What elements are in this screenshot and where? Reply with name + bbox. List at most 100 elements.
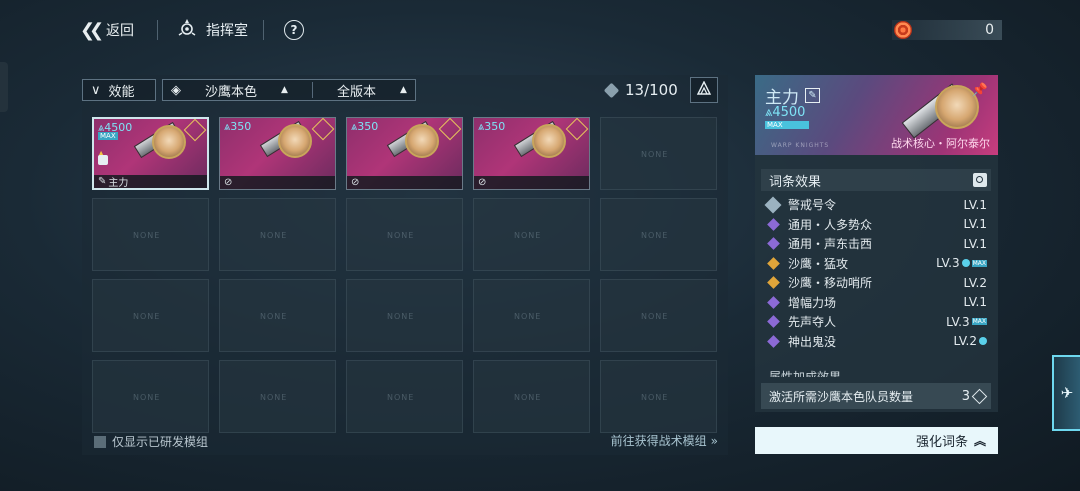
effect-row[interactable]: 通用・人多势众 LV.1 — [765, 215, 987, 235]
effect-row[interactable]: 沙鹰・移动哨所 LV.2 — [765, 273, 987, 293]
divider — [157, 20, 158, 40]
effect-row[interactable]: 增幅力场 LV.1 — [765, 293, 987, 313]
enhance-label: 强化词条 — [915, 435, 968, 450]
empty-slot: NONE — [473, 360, 590, 433]
module-footer: ⊘ — [474, 176, 589, 189]
module-art — [128, 121, 188, 175]
module-art — [254, 120, 314, 174]
rank-diamond-icon — [311, 118, 335, 141]
collection-count: 13/100 — [603, 79, 678, 101]
back-chevron-icon: ❮❮ — [80, 19, 104, 41]
effects-list: 警戒号令 LV.1 通用・人多势众 LV.1 通用・声东击西 LV.1 沙鹰・猛… — [764, 195, 987, 352]
module-card[interactable]: ⩓350 ⊘ — [219, 117, 336, 190]
checkbox[interactable] — [94, 435, 106, 448]
currency-display: 0 — [892, 20, 1002, 40]
empty-slot: NONE — [473, 279, 590, 352]
empty-slot: NONE — [92, 360, 209, 433]
effects-title: 词条效果 — [769, 174, 822, 190]
only-developed-label: 仅显示已研发模组 — [112, 435, 209, 449]
effect-level: LV.1 — [963, 236, 987, 251]
search-icon[interactable] — [973, 173, 987, 187]
effect-name: 增幅力场 — [788, 295, 837, 310]
empty-slot: NONE — [92, 198, 209, 271]
empty-slot: NONE — [219, 360, 336, 433]
effect-row[interactable]: 沙鹰・猛攻 LV.3 MAX — [765, 254, 987, 274]
cube-icon — [603, 82, 620, 98]
module-footer: ⊘ — [220, 176, 335, 189]
purple-diamond-icon — [767, 237, 780, 251]
filter-bar: ∨ 效能 ◈ 沙鹰本色 ▲ 全版本 ▲ — [82, 79, 416, 101]
module-card[interactable]: ⩓350 ⊘ — [473, 117, 590, 190]
requirement-label: 激活所需沙鹰本色队员数量 — [769, 389, 914, 404]
empty-slot: NONE — [219, 279, 336, 352]
activation-requirement: 激活所需沙鹰本色队员数量 3 — [761, 383, 991, 409]
rename-edit-icon[interactable]: ✎ — [805, 88, 820, 103]
side-expand-tab[interactable]: ✈ — [1052, 355, 1080, 431]
slash-circle-icon: ⊘ — [224, 177, 233, 188]
effect-level: LV.1 — [963, 295, 987, 310]
edit-icon: ✎ — [98, 176, 107, 187]
module-art — [381, 120, 441, 174]
help-icon[interactable]: ? — [284, 20, 304, 40]
faction-filter-label: 沙鹰本色 — [205, 84, 258, 100]
module-card[interactable]: ⩓4500 MAX ▲ ✎ 主力 — [92, 117, 209, 190]
back-button[interactable]: ❮❮ 返回 — [80, 18, 134, 42]
effect-name: 神出鬼没 — [788, 334, 837, 349]
effect-row[interactable]: 警戒号令 LV.1 — [764, 195, 987, 215]
faction-version-filter[interactable]: ◈ 沙鹰本色 ▲ 全版本 ▲ — [162, 79, 416, 101]
enhance-effects-button[interactable]: 强化词条 ︽ — [755, 427, 998, 454]
attribute-bonus-header: 属性加成效果 — [769, 370, 842, 377]
purple-diamond-icon — [767, 315, 780, 329]
triangle-up-icon: ▲ — [281, 85, 288, 95]
effect-level: LV.3 MAX — [936, 256, 987, 271]
collection-count-value: 13/100 — [625, 81, 678, 99]
currency-value: 0 — [985, 22, 994, 38]
max-badge: MAX — [98, 132, 118, 140]
empty-slot: NONE — [92, 279, 209, 352]
effect-row[interactable]: 先声夺人 LV.3 MAX — [765, 312, 987, 332]
empty-slot: NONE — [473, 198, 590, 271]
empty-slot: NONE — [346, 360, 463, 433]
effect-level: LV.1 — [963, 217, 987, 232]
empty-slot: NONE — [219, 198, 336, 271]
pin-icon[interactable]: 📌 — [972, 83, 988, 98]
empty-slot: NONE — [600, 198, 717, 271]
core-tag: 战术核心・阿尔泰尔 — [891, 137, 990, 150]
only-developed-toggle[interactable]: 仅显示已研发模组 — [94, 433, 208, 450]
max-badge: MAX — [971, 318, 987, 326]
max-badge: MAX — [971, 259, 987, 267]
effect-name: 沙鹰・移动哨所 — [788, 276, 873, 291]
slash-circle-icon: ⊘ — [478, 177, 487, 188]
module-detail-panel: 主力 ✎ ⩓4500 MAX 📌 WARP KNIGHTS 战术核心・阿尔泰尔 … — [755, 75, 998, 412]
function-filter[interactable]: ∨ 效能 — [82, 79, 156, 101]
sort-button[interactable] — [690, 77, 718, 103]
triangle-up-icon: ▲ — [400, 85, 407, 95]
module-card[interactable]: ⩓350 ⊘ — [346, 117, 463, 190]
effects-header: 词条效果 — [761, 169, 991, 191]
effect-row[interactable]: 通用・声东击西 LV.1 — [765, 234, 987, 254]
go-get-modules-link[interactable]: 前往获得战术模组 » — [611, 432, 718, 449]
module-footer: ⊘ — [347, 176, 462, 189]
left-edge-handle[interactable] — [0, 62, 8, 112]
faction-diamond-icon — [971, 388, 988, 404]
brand-text: WARP KNIGHTS — [771, 142, 830, 149]
empty-slot: NONE — [600, 117, 717, 190]
faction-diamond-icon: ◈ — [171, 82, 181, 98]
gold-diamond-icon — [767, 256, 780, 270]
user-icon — [98, 155, 108, 165]
divider — [311, 82, 313, 98]
effect-level: LV.2 — [954, 334, 987, 348]
module-footer: ✎ 主力 — [94, 175, 207, 188]
command-room-button[interactable]: 指挥室 — [176, 18, 248, 42]
effect-level: LV.3 MAX — [946, 314, 987, 329]
max-badge: MAX — [765, 121, 809, 129]
rank-diamond-icon — [438, 118, 462, 141]
version-filter-label: 全版本 — [337, 84, 377, 100]
upgrade-icon — [979, 337, 987, 346]
empty-slot: NONE — [346, 279, 463, 352]
divider — [263, 20, 264, 40]
effect-row[interactable]: 神出鬼没 LV.2 — [765, 332, 987, 352]
purple-diamond-icon — [767, 295, 780, 309]
effect-name: 沙鹰・猛攻 — [788, 256, 849, 271]
function-filter-label: 效能 — [108, 84, 135, 100]
